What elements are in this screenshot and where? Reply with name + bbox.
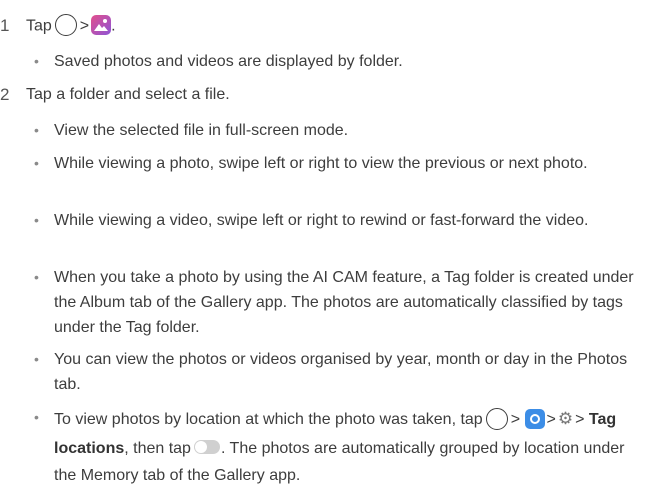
step-separator: > (79, 17, 90, 35)
bullet-separator: > (510, 411, 521, 429)
bullet-dot: • (34, 155, 39, 171)
bullet-item: • View the selected file in full-screen … (34, 118, 634, 143)
bullet-item: • You can view the photos or videos orga… (34, 347, 634, 397)
step-number: 1 (0, 16, 10, 35)
bullet-dot: • (34, 269, 39, 285)
bullet-text: While viewing a video, swipe left or rig… (54, 212, 589, 229)
bullet-item: • While viewing a video, swipe left or r… (34, 208, 634, 258)
bullet-separator: > (546, 411, 556, 429)
step-number: 2 (0, 85, 10, 104)
bullet-text: View the selected file in full-screen mo… (54, 122, 349, 139)
bullet-item: • To view photos by location at which th… (34, 405, 634, 484)
bullet-dot: • (34, 122, 39, 138)
bullet-dot: • (34, 351, 39, 367)
step-instruction: Tap >. (26, 14, 116, 39)
bullet-text: To view photos by location at which the … (54, 405, 646, 489)
bullet-text: When you take a photo by using the AI CA… (54, 269, 634, 336)
step-text-tap: Tap (26, 17, 52, 35)
step-end: . (111, 17, 116, 35)
bullet-dot: • (34, 53, 39, 69)
bullet-item: • Saved photos and videos are displayed … (34, 49, 634, 74)
bullet-text: Saved photos and videos are displayed by… (54, 53, 403, 70)
step-2: 2 Tap a folder and select a file. (0, 83, 640, 109)
manual-page: 1 Tap >. • Saved photos and videos are di… (0, 0, 646, 501)
gallery-app-icon (91, 15, 112, 35)
toggle-switch-icon (193, 440, 220, 455)
bullet-dot: • (34, 212, 39, 228)
home-button-icon (485, 407, 508, 430)
bullet-text: You can view the photos or videos organi… (54, 351, 628, 393)
camera-app-icon (524, 408, 545, 429)
bullet-text-part1: To view photos by location at which the … (54, 411, 483, 429)
settings-gear-icon: ⚙ (557, 409, 574, 428)
bullet-text-part2: , then tap (124, 440, 191, 457)
bullet-item: • While viewing a photo, swipe left or r… (34, 151, 634, 201)
step-1: 1 Tap >. (0, 14, 640, 40)
bullet-item: • When you take a photo by using the AI … (34, 265, 634, 340)
home-button-icon (54, 14, 77, 36)
bullet-dot: • (34, 409, 39, 425)
step-instruction: Tap a folder and select a file. (26, 86, 230, 103)
bullet-text: While viewing a photo, swipe left or rig… (54, 155, 588, 172)
bullet-separator: > (575, 411, 585, 429)
